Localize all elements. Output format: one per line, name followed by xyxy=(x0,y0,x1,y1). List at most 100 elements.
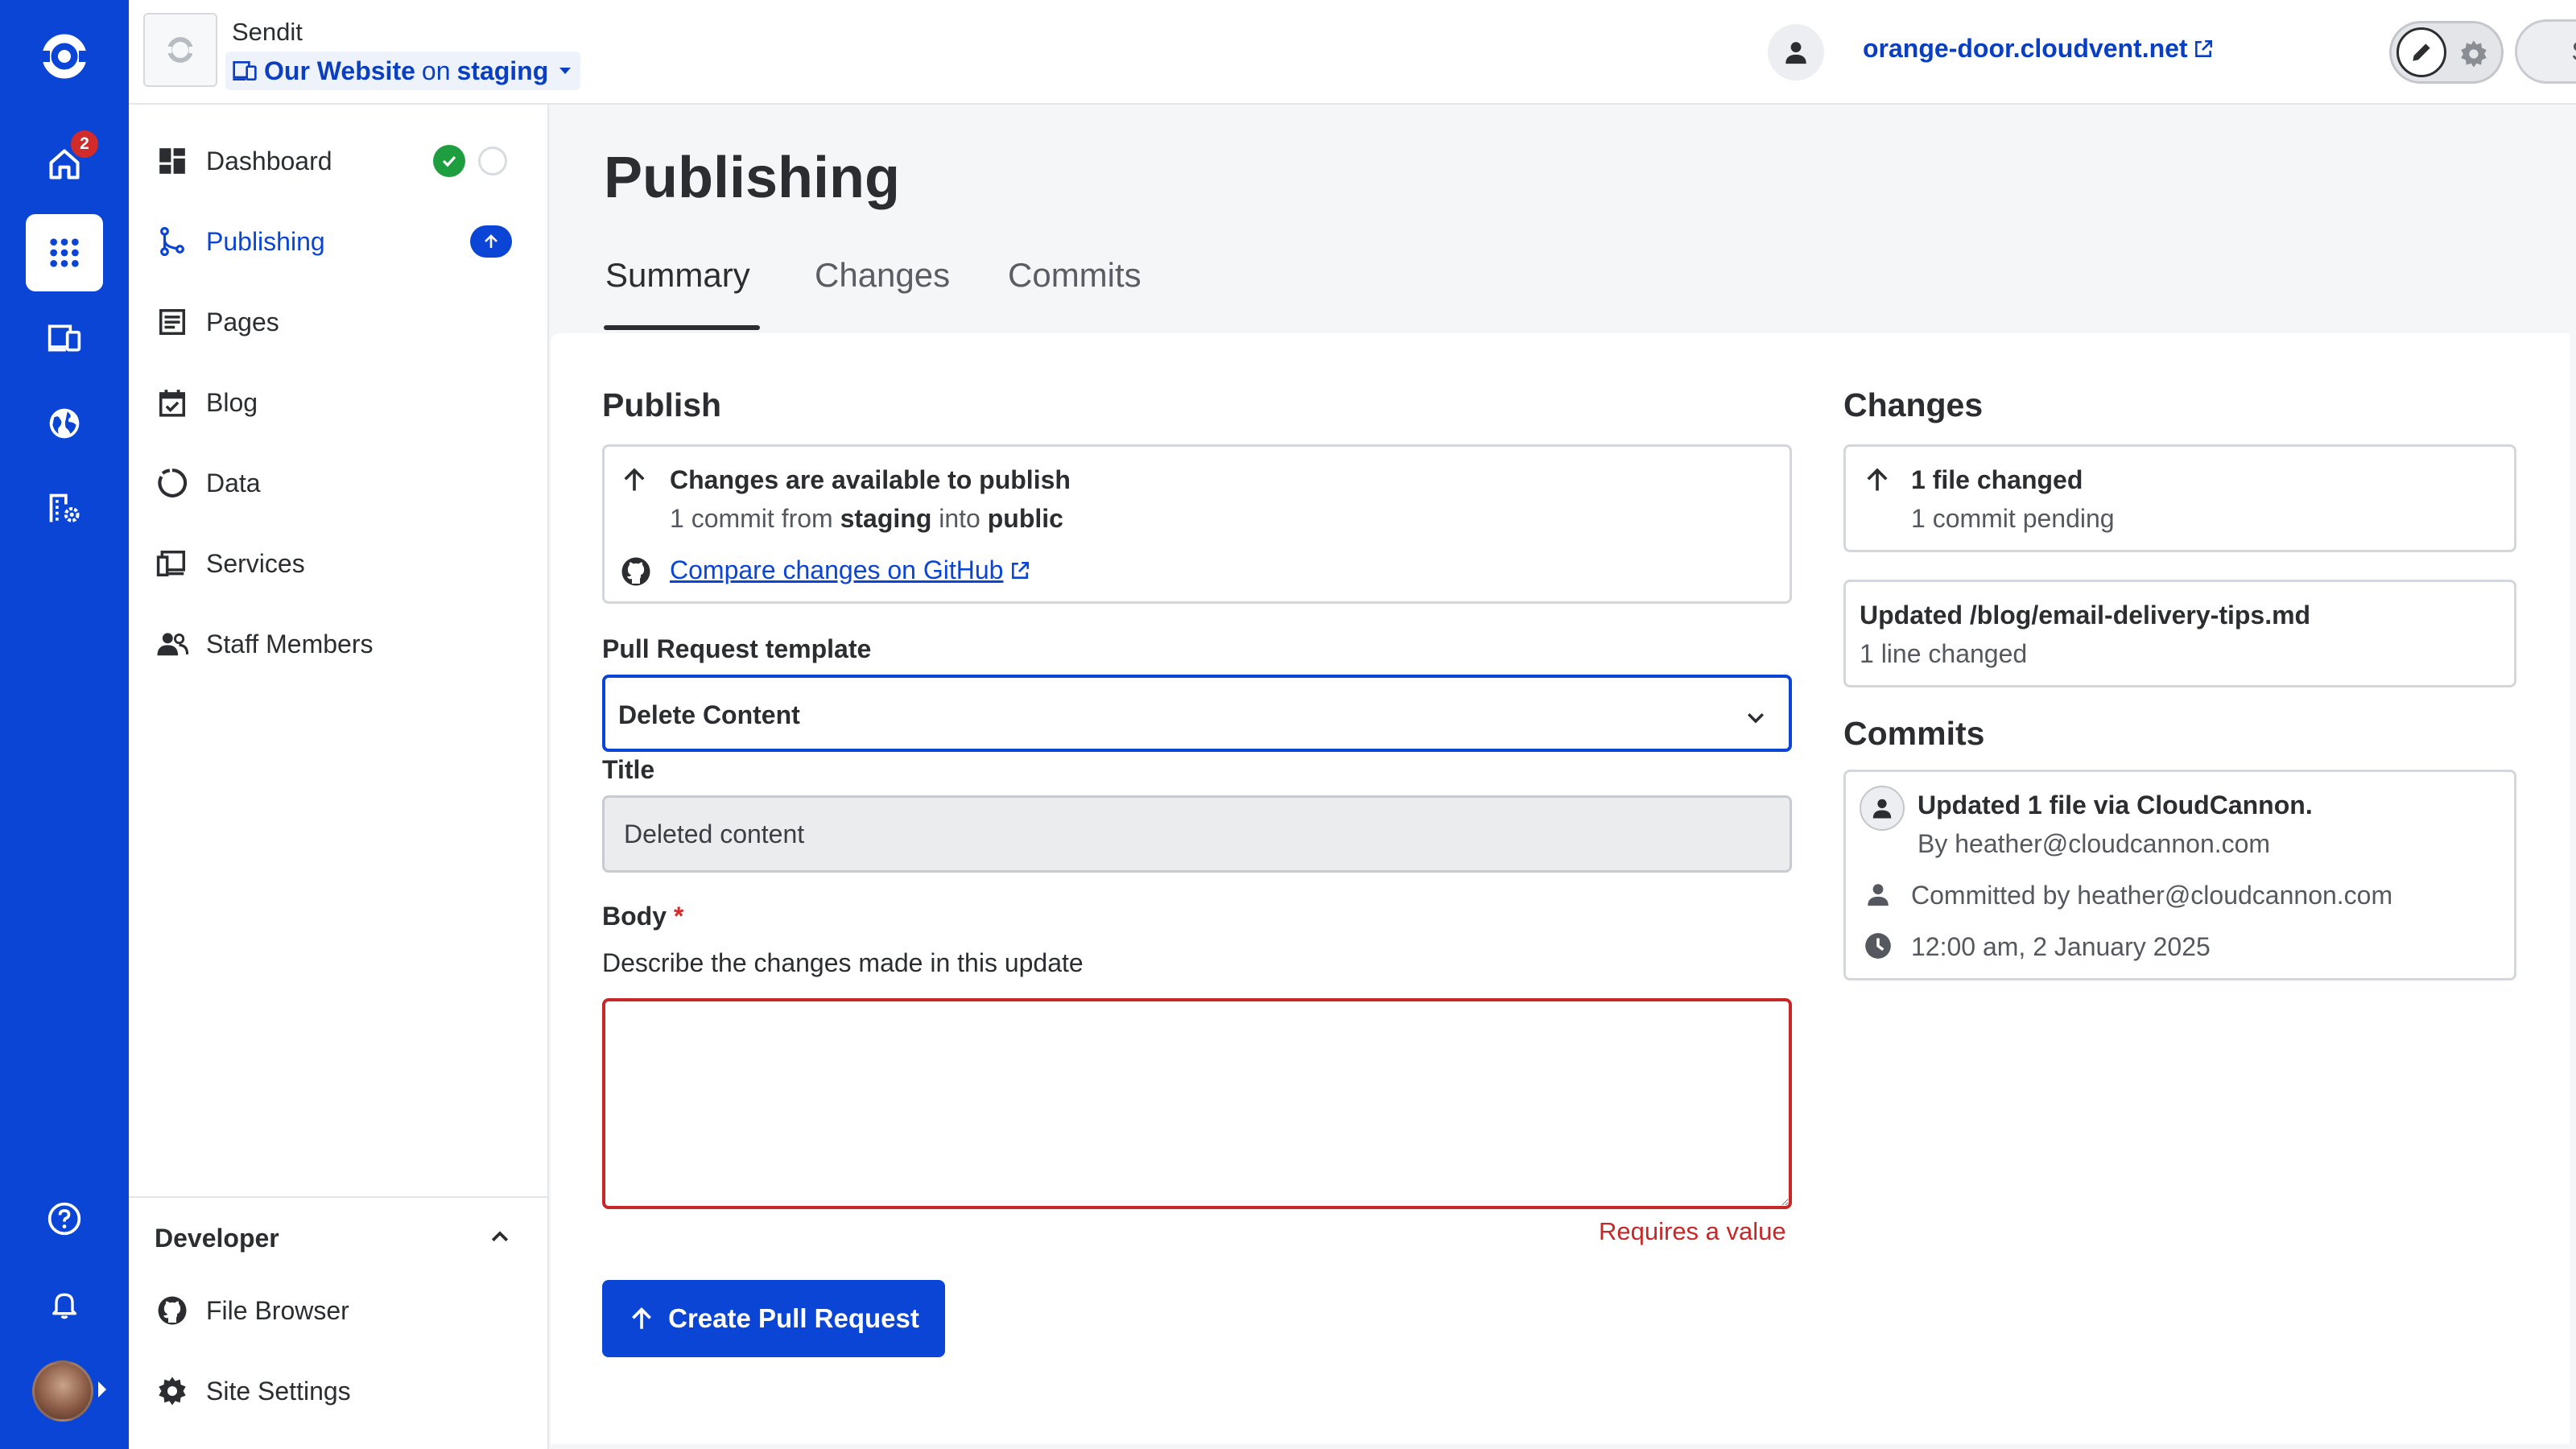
create-pull-request-button[interactable]: Create Pull Request xyxy=(602,1280,945,1357)
template-select[interactable]: Delete Content xyxy=(602,675,1792,752)
rail-globe[interactable] xyxy=(26,385,103,462)
arrow-up-icon xyxy=(624,468,645,491)
publish-status-detail: 1 commit from staging into public xyxy=(670,504,1063,534)
notification-badge: 2 xyxy=(71,130,98,158)
developer-heading: Developer xyxy=(155,1224,279,1253)
page-title: Publishing xyxy=(604,146,900,210)
sidebar-item-label: Pages xyxy=(206,307,279,336)
sidebar-item-blog[interactable]: Blog xyxy=(129,370,549,435)
publish-status-title: Changes are available to publish xyxy=(670,465,1071,494)
commit-committer: Committed by heather@cloudcannon.com xyxy=(1911,881,2393,910)
status-pending-indicator xyxy=(478,147,507,175)
github-icon xyxy=(156,1294,188,1327)
commit-count: 1 commit from xyxy=(670,504,833,533)
site-url-link[interactable]: orange-door.cloudvent.net xyxy=(1863,34,2214,64)
pencil-icon xyxy=(2396,27,2446,77)
page-icon xyxy=(156,306,188,338)
source-branch: staging xyxy=(840,504,932,533)
sidebar-item-services[interactable]: Services xyxy=(129,531,549,596)
sidebar-item-pages[interactable]: Pages xyxy=(129,290,549,354)
services-icon xyxy=(156,547,188,580)
commit-message: Updated 1 file via CloudCannon. xyxy=(1918,791,2313,819)
changed-file-path: Updated /blog/email-delivery-tips.md xyxy=(1860,601,2311,630)
org-name: Sendit xyxy=(232,18,303,46)
bell-icon xyxy=(52,1293,77,1319)
chevron-down-icon xyxy=(1748,713,1764,724)
rail-home[interactable]: 2 xyxy=(26,126,103,203)
title-label: Title xyxy=(602,755,655,784)
apps-grid-icon xyxy=(50,238,79,267)
external-link-icon xyxy=(2194,39,2212,57)
sidebar-item-label: Staff Members xyxy=(206,629,374,658)
arrow-up-icon xyxy=(470,225,512,258)
site-sidebar: Dashboard Publishing Pages Blog Data Ser… xyxy=(129,105,549,1449)
arrow-up-icon xyxy=(632,1307,652,1329)
rail-help[interactable] xyxy=(26,1180,103,1257)
changes-heading: Changes xyxy=(1843,386,1984,423)
title-field[interactable] xyxy=(602,795,1792,873)
calendar-icon xyxy=(156,386,188,419)
body-label-text: Body xyxy=(602,902,667,931)
arrow-up-icon xyxy=(1867,468,1888,491)
building-gear-icon xyxy=(49,493,80,522)
cloudcannon-logo[interactable] xyxy=(26,18,103,95)
divider xyxy=(129,1196,549,1198)
user-icon xyxy=(1860,786,1905,831)
sidebar-item-label: Site Settings xyxy=(206,1376,351,1406)
site-on-label: on xyxy=(421,56,451,85)
dashboard-icon xyxy=(156,145,188,177)
caret-down-icon xyxy=(559,68,572,74)
user-menu-button[interactable] xyxy=(1768,24,1824,80)
rail-apps[interactable] xyxy=(26,214,103,291)
save-button[interactable]: Save xyxy=(2515,19,2576,84)
body-field[interactable] xyxy=(602,998,1792,1209)
gear-icon xyxy=(156,1375,188,1407)
sidebar-item-file-browser[interactable]: File Browser xyxy=(129,1278,549,1343)
sidebar-item-publishing[interactable]: Publishing xyxy=(129,209,549,274)
sidebar-item-dashboard[interactable]: Dashboard xyxy=(129,129,549,193)
site-thumbnail[interactable] xyxy=(143,13,217,87)
site-url-text: orange-door.cloudvent.net xyxy=(1863,34,2188,63)
tab-changes[interactable]: Changes xyxy=(815,256,950,295)
commits-pending: 1 commit pending xyxy=(1911,504,2115,533)
publish-heading: Publish xyxy=(602,386,722,423)
site-name: Our Website xyxy=(264,56,415,85)
check-icon xyxy=(433,145,465,177)
tab-commits[interactable]: Commits xyxy=(1008,256,1141,295)
rail-notifications[interactable] xyxy=(26,1265,103,1343)
gear-icon xyxy=(2461,40,2487,68)
edit-mode-toggle[interactable] xyxy=(2389,21,2504,84)
body-help-text: Describe the changes made in this update xyxy=(602,948,1084,977)
site-logo-icon xyxy=(164,37,196,63)
rail-organization[interactable] xyxy=(26,470,103,547)
caret-right-icon[interactable] xyxy=(98,1381,106,1397)
sidebar-item-staff-members[interactable]: Staff Members xyxy=(129,612,549,676)
external-link-icon xyxy=(1012,561,1030,579)
template-selected-value: Delete Content xyxy=(618,700,800,729)
tab-summary[interactable]: Summary xyxy=(605,256,750,295)
chevron-up-icon[interactable] xyxy=(488,1225,512,1249)
sidebar-item-data[interactable]: Data xyxy=(129,451,549,515)
sidebar-item-label: Services xyxy=(206,548,305,578)
user-icon xyxy=(1785,42,1806,64)
rail-devices[interactable] xyxy=(26,299,103,377)
create-pull-request-label: Create Pull Request xyxy=(668,1303,919,1333)
changed-file-card[interactable] xyxy=(1843,580,2516,687)
devices-icon xyxy=(233,61,257,80)
devices-icon xyxy=(47,324,81,352)
sidebar-item-label: Dashboard xyxy=(206,146,332,175)
site-switcher[interactable]: Our Website on staging xyxy=(225,52,581,90)
required-indicator: * xyxy=(673,902,684,931)
commit-author: By heather@cloudcannon.com xyxy=(1918,829,2271,858)
people-icon xyxy=(156,628,188,660)
body-label: Body * xyxy=(602,902,683,931)
globe-icon xyxy=(49,408,80,439)
files-changed: 1 file changed xyxy=(1911,465,2083,494)
changes-summary-card[interactable] xyxy=(1843,444,2516,552)
sidebar-item-site-settings[interactable]: Site Settings xyxy=(129,1359,549,1423)
sidebar-item-label: Publishing xyxy=(206,226,325,256)
compare-on-github-link[interactable]: Compare changes on GitHub xyxy=(670,555,1030,585)
branch-name: staging xyxy=(456,56,549,85)
avatar[interactable] xyxy=(32,1360,93,1422)
template-label: Pull Request template xyxy=(602,634,872,663)
